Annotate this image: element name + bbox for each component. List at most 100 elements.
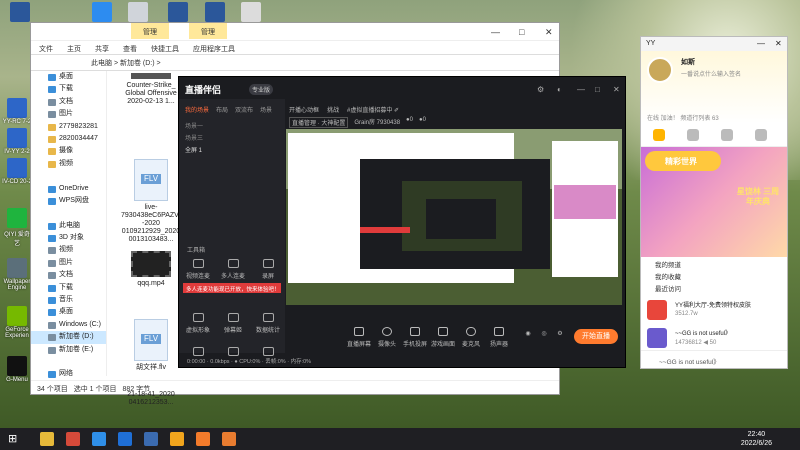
nav-item[interactable]: 文档 <box>31 96 106 108</box>
nav-item[interactable] <box>31 170 106 182</box>
top-item[interactable]: #虚拟直播招募中 ✐ <box>347 105 399 114</box>
chat-tab-icon[interactable] <box>721 129 733 141</box>
tool-button[interactable]: 弹幕姬 <box>218 313 248 334</box>
room-management[interactable]: 直播管理 · 大神配置 <box>289 117 349 128</box>
nav-item[interactable]: 此电脑 <box>31 220 106 232</box>
ribbon-tab-home[interactable]: 主页 <box>67 44 81 54</box>
scene-item[interactable]: 场景三 <box>185 133 203 142</box>
desktop-shortcut[interactable]: IV-YY 2-2 <box>2 128 32 155</box>
nav-item[interactable]: Windows (C:) <box>31 319 106 331</box>
taskbar-app-icon[interactable] <box>222 432 236 446</box>
top-item[interactable]: 挑战 <box>327 105 339 114</box>
ribbon-tab-file[interactable]: 文件 <box>39 44 53 54</box>
taskbar-app-icon[interactable] <box>118 432 132 446</box>
ribbon-tab-shortcut-tools[interactable]: 快捷工具 <box>151 44 179 54</box>
promo-banner[interactable]: 精彩世界 星饶林 三周年庆典 <box>641 147 787 257</box>
tool-button[interactable]: 数据统计 <box>253 313 283 334</box>
yy-bottom-bar[interactable]: ~~GG is not useful》 <box>641 350 787 368</box>
word-doc-icon-3[interactable] <box>205 2 225 22</box>
scene-item[interactable]: 全屏 1 <box>185 145 202 154</box>
file-item[interactable]: Counter-Strike_ Global Offensive 2020-02… <box>121 73 181 106</box>
recycle-bin-icon[interactable] <box>128 2 148 22</box>
tab-layout[interactable]: 布局 <box>216 105 228 114</box>
file-item[interactable]: qqq.mp4 <box>121 251 181 288</box>
game-capture-button[interactable]: 游戏画面 <box>430 327 456 348</box>
file-item[interactable]: FLV 胡文祥.flv <box>121 319 181 372</box>
nav-item[interactable]: 音乐 <box>31 294 106 306</box>
menu-my-channels[interactable]: 我的频道 <box>655 260 787 272</box>
monitor-icon[interactable] <box>92 2 112 22</box>
maximize-icon[interactable]: □ <box>595 85 600 94</box>
nav-item[interactable]: 网络 <box>31 368 106 380</box>
nav-item[interactable]: 3D 对象 <box>31 232 106 244</box>
camera-button[interactable]: 摄像头 <box>374 327 400 348</box>
nav-item[interactable]: 文档 <box>31 269 106 281</box>
close-icon[interactable]: ✕ <box>545 27 553 38</box>
desktop-shortcut[interactable]: IV-CD 20-2 <box>2 158 32 185</box>
tab-my-scenes[interactable]: 我的场景 <box>185 105 209 114</box>
settings-icon[interactable]: ⚙ <box>537 85 544 94</box>
contacts-tab-icon[interactable] <box>687 129 699 141</box>
desktop-shortcut[interactable]: G-Menu <box>2 356 32 383</box>
gear-icon[interactable]: ⚙ <box>554 330 566 337</box>
nav-item[interactable]: 下载 <box>31 83 106 95</box>
nav-item[interactable]: 桌面 <box>31 71 106 83</box>
ribbon-tab-share[interactable]: 共享 <box>95 44 109 54</box>
nav-item[interactable] <box>31 356 106 368</box>
nav-item[interactable]: 图片 <box>31 257 106 269</box>
tool-button[interactable]: 视频连麦 <box>183 259 213 280</box>
tool-button[interactable]: 录屏 <box>253 259 283 280</box>
nav-item[interactable]: 2779823281 <box>31 121 106 133</box>
address-path[interactable]: 此电脑 > 新加卷 (D:) > <box>91 58 161 68</box>
tab-scene[interactable]: 场景 <box>260 105 272 114</box>
nav-item[interactable]: 新加卷 (D:) <box>31 331 106 344</box>
ribbon-tab-view[interactable]: 查看 <box>123 44 137 54</box>
phone-cast-button[interactable]: 手机投屏 <box>402 327 428 348</box>
home-tab-icon[interactable] <box>653 129 665 141</box>
recent-channel[interactable]: ~~GG is not useful》 14736812 ◀ 50 <box>641 324 787 352</box>
games-tab-icon[interactable] <box>755 129 767 141</box>
record-icon[interactable]: ◉ <box>522 330 534 337</box>
close-icon[interactable]: ✕ <box>775 39 782 48</box>
taskbar-app-icon[interactable] <box>170 432 184 446</box>
screen-capture-button[interactable]: 直播屏幕 <box>346 327 372 348</box>
nav-item[interactable]: 视频 <box>31 244 106 256</box>
notice-banner[interactable]: 多人连麦功能现已开放，快来体验吧！ × <box>183 283 281 293</box>
word-doc-icon[interactable] <box>10 2 30 22</box>
nav-item[interactable]: 摄像 <box>31 145 106 157</box>
close-icon[interactable]: ✕ <box>613 85 620 94</box>
desktop-icon-4[interactable] <box>241 2 261 22</box>
desktop-shortcut[interactable]: QIYI 爱奇艺 <box>2 208 32 247</box>
nav-item[interactable]: 图片 <box>31 108 106 120</box>
top-item[interactable]: 开播心动框 <box>289 105 319 114</box>
taskbar-app-icon[interactable] <box>66 432 80 446</box>
tool-button[interactable]: 多人连麦 <box>218 259 248 280</box>
manage-tab-2[interactable]: 管理 <box>189 23 227 39</box>
tool-button[interactable]: 虚拟形象 <box>183 313 213 334</box>
nav-item[interactable]: 视频 <box>31 158 106 170</box>
minimize-icon[interactable]: — <box>491 27 500 37</box>
maximize-icon[interactable]: □ <box>519 27 524 37</box>
desktop-shortcut[interactable]: YY-RC 7-2 <box>2 98 32 125</box>
stream-preview[interactable] <box>286 129 622 319</box>
minimize-icon[interactable]: — <box>757 39 765 48</box>
signature[interactable]: 一番说点什么输入签名 <box>681 69 741 78</box>
scene-item[interactable]: 场景一 <box>185 121 203 130</box>
skin-icon[interactable]: ◐ <box>557 85 562 94</box>
eye-icon[interactable]: ◎ <box>538 330 550 337</box>
nav-item[interactable] <box>31 207 106 219</box>
menu-recent[interactable]: 最近访问 <box>655 284 787 296</box>
manage-tab-1[interactable]: 管理 <box>131 23 169 39</box>
nav-item[interactable]: 下载 <box>31 282 106 294</box>
taskbar-app-icon[interactable] <box>92 432 106 446</box>
taskbar-app-icon[interactable] <box>40 432 54 446</box>
nav-item[interactable]: 新加卷 (E:) <box>31 344 106 356</box>
nav-item[interactable]: WPS网盘 <box>31 195 106 207</box>
nav-item[interactable]: OneDrive <box>31 183 106 195</box>
start-live-button[interactable]: 开始直播 <box>574 329 618 344</box>
desktop-shortcut[interactable]: Wallpaper Engine <box>2 258 32 291</box>
nav-item[interactable]: 桌面 <box>31 306 106 318</box>
clock[interactable]: 22:40 2022/6/26 <box>741 430 772 448</box>
address-bar[interactable]: 此电脑 > 新加卷 (D:) > <box>31 55 559 71</box>
file-item[interactable]: FLV live-7930438eC6PAZVnE--2020 010921292… <box>121 159 190 244</box>
